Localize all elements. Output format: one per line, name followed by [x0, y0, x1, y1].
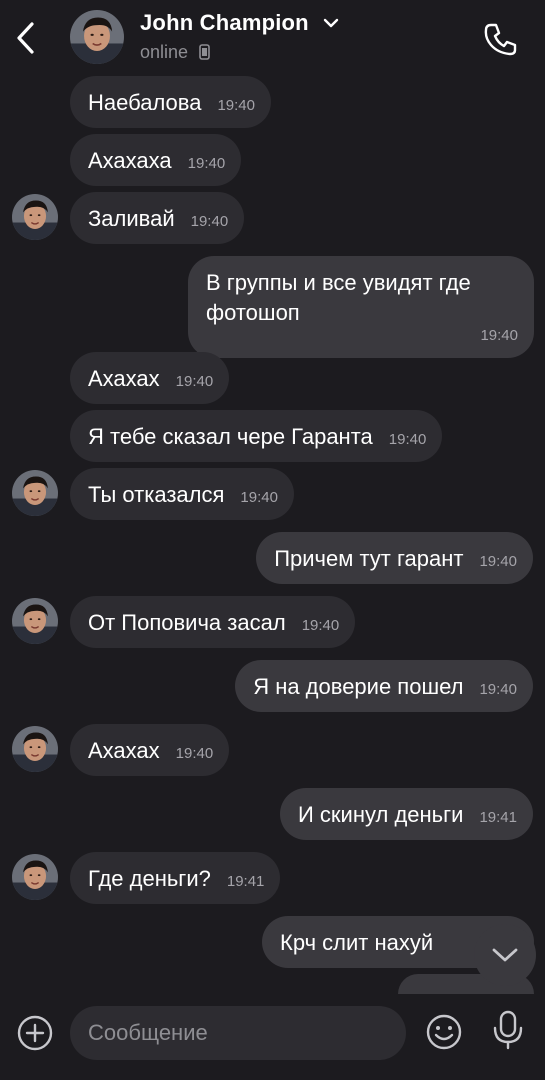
message-text: Ты отказался: [88, 482, 225, 507]
chevron-down-icon[interactable]: [322, 16, 340, 30]
attach-button[interactable]: [16, 1014, 54, 1052]
message-text: Я тебе сказал чере Гаранта: [88, 424, 373, 449]
emoji-button[interactable]: [424, 1012, 464, 1052]
voice-button[interactable]: [490, 1008, 526, 1052]
phone-device-icon: [199, 44, 210, 60]
sender-avatar[interactable]: [12, 726, 58, 772]
message-text-line: В группы и все увидят где: [206, 270, 471, 295]
message-outgoing[interactable]: В группы и все увидят где фотошоп 19:40: [188, 256, 534, 358]
message-text: Я на доверие пошел: [253, 674, 464, 699]
message-text: Ахахах: [88, 738, 160, 763]
message-text: Где деньги?: [88, 866, 211, 891]
message-time: 19:40: [479, 553, 517, 570]
message-text: От Поповича засал: [88, 610, 286, 635]
chevron-down-icon: [492, 948, 518, 962]
message-outgoing[interactable]: И скинул деньги 19:41: [280, 788, 533, 840]
contact-avatar[interactable]: [70, 10, 124, 64]
chat-screen: John Champion online Наебалова 19:40 Аха…: [0, 0, 545, 1080]
message-outgoing[interactable]: Я на доверие пошел 19:40: [235, 660, 533, 712]
message-time: 19:40: [480, 327, 518, 344]
message-text: Крч слит нахуй: [280, 930, 434, 955]
microphone-icon: [493, 1010, 523, 1050]
message-time: 19:40: [388, 431, 427, 448]
sender-avatar[interactable]: [12, 470, 58, 516]
message-incoming[interactable]: Заливай 19:40: [70, 192, 245, 244]
message-incoming[interactable]: Ахахаха 19:40: [70, 134, 242, 186]
message-incoming[interactable]: Ахахах 19:40: [70, 352, 230, 404]
message-time: 19:40: [301, 617, 340, 634]
sender-avatar[interactable]: [12, 194, 58, 240]
message-incoming[interactable]: От Поповича засал 19:40: [70, 596, 356, 648]
message-text-line: фотошоп: [206, 300, 300, 325]
message-time: 19:40: [240, 489, 278, 506]
message-incoming[interactable]: Я тебе сказал чере Гаранта 19:40: [70, 410, 443, 462]
message-input[interactable]: Сообщение: [70, 1006, 406, 1060]
sender-avatar[interactable]: [12, 854, 58, 900]
message-time: 19:40: [217, 97, 255, 114]
back-button[interactable]: [10, 18, 44, 58]
scroll-to-bottom-button[interactable]: [474, 924, 536, 986]
message-text: Ахахаха: [88, 148, 172, 173]
chat-header: John Champion online: [0, 0, 545, 74]
message-time: 19:40: [175, 745, 214, 762]
message-text: Наебалова: [88, 90, 202, 115]
contact-name[interactable]: John Champion: [140, 10, 309, 36]
chevron-left-icon: [17, 22, 34, 54]
message-outgoing[interactable]: Причем тут гарант 19:40: [256, 532, 533, 584]
message-time: 19:41: [226, 873, 265, 890]
message-text: И скинул деньги: [298, 802, 464, 827]
message-incoming[interactable]: Ахахах 19:40: [70, 724, 230, 776]
message-time: 19:40: [187, 155, 226, 172]
sender-avatar[interactable]: [12, 598, 58, 644]
message-text: Причем тут гарант: [274, 546, 464, 571]
message-incoming[interactable]: Наебалова 19:40: [70, 76, 271, 128]
message-text: Заливай: [88, 206, 175, 231]
composer-bar: Сообщение: [0, 994, 545, 1080]
message-time: 19:41: [479, 809, 517, 826]
message-text: Ахахах: [88, 366, 160, 391]
message-time: 19:40: [479, 681, 517, 698]
message-incoming[interactable]: Где деньги? 19:41: [70, 852, 281, 904]
contact-status: online: [140, 42, 189, 62]
emoji-icon: [426, 1014, 462, 1050]
message-incoming[interactable]: Ты отказался 19:40: [70, 468, 294, 520]
message-list[interactable]: Наебалова 19:40 Ахахаха 19:40 Заливай 19…: [0, 74, 545, 994]
call-button[interactable]: [482, 20, 520, 58]
phone-call-icon: [484, 23, 517, 56]
plus-circle-icon: [17, 1015, 53, 1051]
message-time: 19:40: [175, 373, 214, 390]
message-time: 19:40: [190, 213, 229, 230]
